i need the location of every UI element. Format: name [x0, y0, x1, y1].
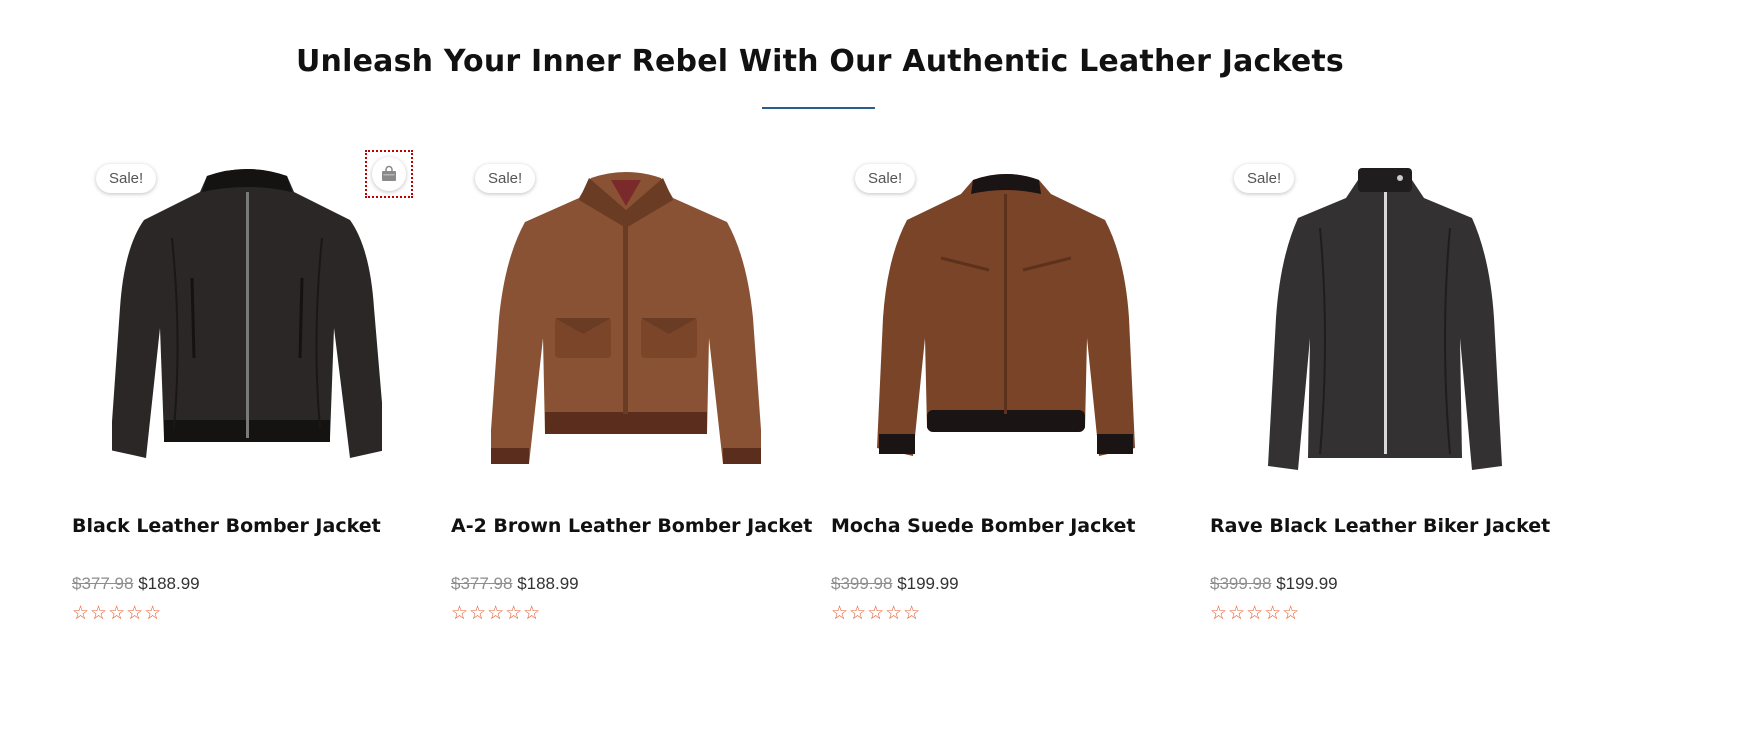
product-name[interactable]: A-2 Brown Leather Bomber Jacket — [451, 515, 812, 537]
sale-price: $199.99 — [1276, 574, 1338, 593]
product-name[interactable]: Mocha Suede Bomber Jacket — [831, 515, 1135, 537]
mocha-suede-jacket-image[interactable] — [871, 158, 1141, 478]
black-biker-jacket-image[interactable] — [1250, 158, 1520, 478]
sale-price: $199.99 — [897, 574, 959, 593]
price-row: $399.98 $199.99 — [1210, 574, 1338, 594]
old-price: $377.98 — [72, 574, 134, 593]
product-name[interactable]: Rave Black Leather Biker Jacket — [1210, 515, 1550, 537]
product-card[interactable]: Sale! A-2 Brown Leather Bomber Jacket $3… — [451, 140, 831, 640]
star-rating: ☆☆☆☆☆ — [451, 603, 542, 624]
product-name[interactable]: Black Leather Bomber Jacket — [72, 515, 381, 537]
shopping-bag-icon — [382, 165, 396, 181]
product-card[interactable]: Sale! Black Leather Bomber Jacket $377.9… — [72, 140, 452, 640]
sale-price: $188.99 — [138, 574, 200, 593]
old-price: $399.98 — [831, 574, 893, 593]
old-price: $377.98 — [451, 574, 513, 593]
brown-a2-jacket-image[interactable] — [491, 158, 761, 478]
product-section: Unleash Your Inner Rebel With Our Authen… — [0, 0, 1743, 748]
star-rating: ☆☆☆☆☆ — [831, 603, 922, 624]
star-rating: ☆☆☆☆☆ — [1210, 603, 1301, 624]
price-row: $377.98 $188.99 — [72, 574, 200, 594]
title-divider — [762, 107, 875, 109]
price-row: $377.98 $188.99 — [451, 574, 579, 594]
old-price: $399.98 — [1210, 574, 1272, 593]
product-card[interactable]: Sale! Rave Black Leather Biker Jacket $3… — [1210, 140, 1590, 640]
star-rating: ☆☆☆☆☆ — [72, 603, 163, 624]
sale-price: $188.99 — [517, 574, 579, 593]
price-row: $399.98 $199.99 — [831, 574, 959, 594]
black-bomber-jacket-image[interactable] — [112, 158, 382, 478]
section-title: Unleash Your Inner Rebel With Our Authen… — [295, 44, 1344, 79]
product-card[interactable]: Sale! Mocha Suede Bomber Jacket $399.98 … — [831, 140, 1211, 640]
